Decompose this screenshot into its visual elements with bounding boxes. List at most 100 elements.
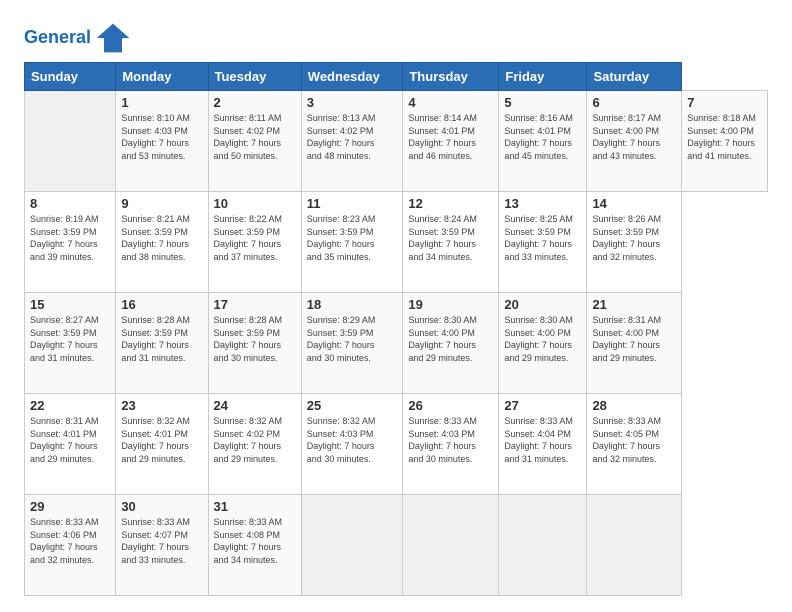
calendar-cell: 23Sunrise: 8:32 AM Sunset: 4:01 PM Dayli… <box>116 394 208 495</box>
calendar-table: SundayMondayTuesdayWednesdayThursdayFrid… <box>24 62 768 596</box>
calendar-cell: 22 Sunrise: 8:31 AM Sunset: 4:01 PM Dayli… <box>25 394 116 495</box>
calendar-cell <box>301 495 403 596</box>
day-number: 27 <box>504 398 581 413</box>
day-number: 18 <box>307 297 398 312</box>
header-cell-sunday: Sunday <box>25 63 116 91</box>
day-info: Sunrise: 8:25 AM Sunset: 3:59 PM Dayligh… <box>504 213 581 263</box>
day-number: 21 <box>592 297 676 312</box>
calendar-cell: 5 Sunrise: 8:16 AM Sunset: 4:01 PM Daylig… <box>499 91 587 192</box>
calendar-cell: 29 Sunrise: 8:33 AM Sunset: 4:06 PM Dayli… <box>25 495 116 596</box>
day-info: Sunrise: 8:32 AM Sunset: 4:03 PM Dayligh… <box>307 415 398 465</box>
calendar-cell: 8Sunrise: 8:19 AM Sunset: 3:59 PM Daylig… <box>25 192 116 293</box>
calendar-cell: 17Sunrise: 8:28 AM Sunset: 3:59 PM Dayli… <box>208 293 301 394</box>
day-number: 13 <box>504 196 581 211</box>
day-number: 2 <box>214 95 296 110</box>
calendar-body: 1 Sunrise: 8:10 AM Sunset: 4:03 PM Daylig… <box>25 91 768 596</box>
day-number: 12 <box>408 196 493 211</box>
day-number: 25 <box>307 398 398 413</box>
calendar-cell: 6 Sunrise: 8:17 AM Sunset: 4:00 PM Daylig… <box>587 91 682 192</box>
day-number: 1 <box>121 95 202 110</box>
calendar-cell: 30 Sunrise: 8:33 AM Sunset: 4:07 PM Dayli… <box>116 495 208 596</box>
week-row-4: 29 Sunrise: 8:33 AM Sunset: 4:06 PM Dayli… <box>25 495 768 596</box>
calendar-cell: 27 Sunrise: 8:33 AM Sunset: 4:04 PM Dayli… <box>499 394 587 495</box>
calendar-cell: 16 Sunrise: 8:28 AM Sunset: 3:59 PM Dayli… <box>116 293 208 394</box>
day-info: Sunrise: 8:19 AM Sunset: 3:59 PM Dayligh… <box>30 213 110 263</box>
day-number: 19 <box>408 297 493 312</box>
day-info: Sunrise: 8:33 AM Sunset: 4:08 PM Dayligh… <box>214 516 296 566</box>
day-number: 15 <box>30 297 110 312</box>
day-info: Sunrise: 8:18 AM Sunset: 4:00 PM Dayligh… <box>687 112 762 162</box>
calendar-cell: 26Sunrise: 8:33 AM Sunset: 4:03 PM Dayli… <box>403 394 499 495</box>
day-number: 30 <box>121 499 202 514</box>
day-number: 9 <box>121 196 202 211</box>
day-info: Sunrise: 8:33 AM Sunset: 4:06 PM Dayligh… <box>30 516 110 566</box>
calendar-cell: 24Sunrise: 8:32 AM Sunset: 4:02 PM Dayli… <box>208 394 301 495</box>
day-number: 22 <box>30 398 110 413</box>
day-number: 17 <box>214 297 296 312</box>
day-number: 5 <box>504 95 581 110</box>
day-number: 3 <box>307 95 398 110</box>
day-info: Sunrise: 8:22 AM Sunset: 3:59 PM Dayligh… <box>214 213 296 263</box>
day-info: Sunrise: 8:23 AM Sunset: 3:59 PM Dayligh… <box>307 213 398 263</box>
calendar-cell <box>25 91 116 192</box>
day-info: Sunrise: 8:33 AM Sunset: 4:04 PM Dayligh… <box>504 415 581 465</box>
page: General SundayMondayTuesdayWednesdayThur… <box>0 0 792 612</box>
day-info: Sunrise: 8:33 AM Sunset: 4:05 PM Dayligh… <box>592 415 676 465</box>
day-info: Sunrise: 8:31 AM Sunset: 4:00 PM Dayligh… <box>592 314 676 364</box>
calendar-cell: 31 Sunrise: 8:33 AM Sunset: 4:08 PM Dayli… <box>208 495 301 596</box>
week-row-3: 22 Sunrise: 8:31 AM Sunset: 4:01 PM Dayli… <box>25 394 768 495</box>
header-cell-thursday: Thursday <box>403 63 499 91</box>
day-info: Sunrise: 8:17 AM Sunset: 4:00 PM Dayligh… <box>592 112 676 162</box>
day-info: Sunrise: 8:13 AM Sunset: 4:02 PM Dayligh… <box>307 112 398 162</box>
day-number: 10 <box>214 196 296 211</box>
header-cell-wednesday: Wednesday <box>301 63 403 91</box>
calendar-cell: 13 Sunrise: 8:25 AM Sunset: 3:59 PM Dayli… <box>499 192 587 293</box>
calendar-cell <box>403 495 499 596</box>
day-number: 6 <box>592 95 676 110</box>
calendar-cell: 9 Sunrise: 8:21 AM Sunset: 3:59 PM Daylig… <box>116 192 208 293</box>
logo-text: General <box>24 28 91 48</box>
day-info: Sunrise: 8:30 AM Sunset: 4:00 PM Dayligh… <box>504 314 581 364</box>
calendar-cell: 10 Sunrise: 8:22 AM Sunset: 3:59 PM Dayli… <box>208 192 301 293</box>
day-number: 14 <box>592 196 676 211</box>
day-number: 16 <box>121 297 202 312</box>
day-number: 29 <box>30 499 110 514</box>
header: General <box>24 20 768 50</box>
calendar-cell: 15Sunrise: 8:27 AM Sunset: 3:59 PM Dayli… <box>25 293 116 394</box>
day-info: Sunrise: 8:21 AM Sunset: 3:59 PM Dayligh… <box>121 213 202 263</box>
day-number: 24 <box>214 398 296 413</box>
day-info: Sunrise: 8:30 AM Sunset: 4:00 PM Dayligh… <box>408 314 493 364</box>
calendar-cell: 11Sunrise: 8:23 AM Sunset: 3:59 PM Dayli… <box>301 192 403 293</box>
day-number: 31 <box>214 499 296 514</box>
day-info: Sunrise: 8:26 AM Sunset: 3:59 PM Dayligh… <box>592 213 676 263</box>
day-info: Sunrise: 8:29 AM Sunset: 3:59 PM Dayligh… <box>307 314 398 364</box>
day-info: Sunrise: 8:16 AM Sunset: 4:01 PM Dayligh… <box>504 112 581 162</box>
day-info: Sunrise: 8:14 AM Sunset: 4:01 PM Dayligh… <box>408 112 493 162</box>
day-number: 7 <box>687 95 762 110</box>
day-info: Sunrise: 8:33 AM Sunset: 4:03 PM Dayligh… <box>408 415 493 465</box>
calendar-cell: 14 Sunrise: 8:26 AM Sunset: 3:59 PM Dayli… <box>587 192 682 293</box>
calendar-cell <box>587 495 682 596</box>
week-row-0: 1 Sunrise: 8:10 AM Sunset: 4:03 PM Daylig… <box>25 91 768 192</box>
calendar-cell: 4 Sunrise: 8:14 AM Sunset: 4:01 PM Daylig… <box>403 91 499 192</box>
day-info: Sunrise: 8:28 AM Sunset: 3:59 PM Dayligh… <box>121 314 202 364</box>
day-info: Sunrise: 8:24 AM Sunset: 3:59 PM Dayligh… <box>408 213 493 263</box>
calendar-cell: 28 Sunrise: 8:33 AM Sunset: 4:05 PM Dayli… <box>587 394 682 495</box>
day-info: Sunrise: 8:32 AM Sunset: 4:01 PM Dayligh… <box>121 415 202 465</box>
day-number: 4 <box>408 95 493 110</box>
day-info: Sunrise: 8:33 AM Sunset: 4:07 PM Dayligh… <box>121 516 202 566</box>
calendar-cell: 2Sunrise: 8:11 AM Sunset: 4:02 PM Daylig… <box>208 91 301 192</box>
calendar-cell <box>499 495 587 596</box>
header-cell-monday: Monday <box>116 63 208 91</box>
day-info: Sunrise: 8:31 AM Sunset: 4:01 PM Dayligh… <box>30 415 110 465</box>
week-row-1: 8Sunrise: 8:19 AM Sunset: 3:59 PM Daylig… <box>25 192 768 293</box>
calendar-header: SundayMondayTuesdayWednesdayThursdayFrid… <box>25 63 768 91</box>
calendar-cell: 7 Sunrise: 8:18 AM Sunset: 4:00 PM Daylig… <box>682 91 768 192</box>
calendar-cell: 21 Sunrise: 8:31 AM Sunset: 4:00 PM Dayli… <box>587 293 682 394</box>
calendar-cell: 19 Sunrise: 8:30 AM Sunset: 4:00 PM Dayli… <box>403 293 499 394</box>
week-row-2: 15Sunrise: 8:27 AM Sunset: 3:59 PM Dayli… <box>25 293 768 394</box>
header-row: SundayMondayTuesdayWednesdayThursdayFrid… <box>25 63 768 91</box>
day-info: Sunrise: 8:10 AM Sunset: 4:03 PM Dayligh… <box>121 112 202 162</box>
day-number: 28 <box>592 398 676 413</box>
calendar-cell: 25 Sunrise: 8:32 AM Sunset: 4:03 PM Dayli… <box>301 394 403 495</box>
